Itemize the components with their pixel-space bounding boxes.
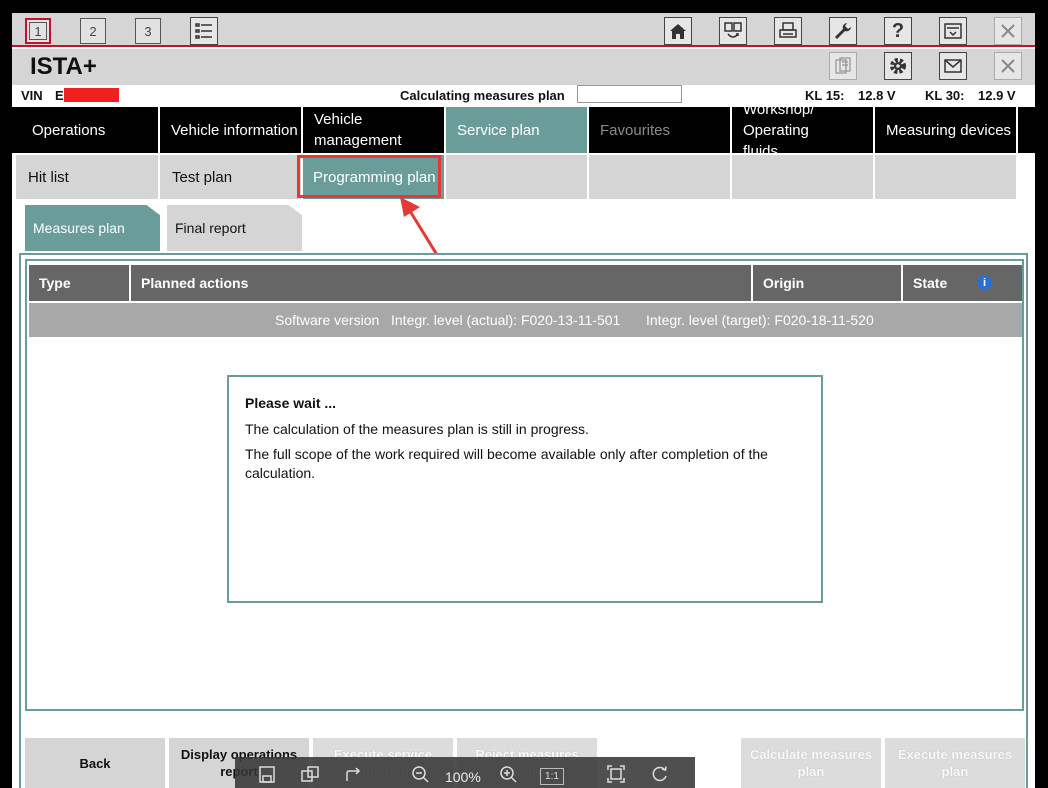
tab-vehicle-management[interactable]: Vehicle management (303, 107, 446, 153)
col-state: State (913, 275, 948, 291)
session-3-button[interactable]: 3 (135, 18, 161, 44)
col-origin: Origin (753, 265, 903, 301)
vin-label: VIN (21, 88, 43, 103)
software-version-label: Software version (275, 312, 380, 328)
gear-icon[interactable] (884, 52, 912, 80)
ista-window: 1 2 3 ? ISTA+ VIN E Calculating measures… (12, 13, 1035, 788)
copy-icon[interactable] (299, 763, 321, 785)
kl30-value: 12.9 V (978, 88, 1016, 103)
top-toolbar: 1 2 3 ? (12, 13, 1035, 47)
subtab-test-plan[interactable]: Test plan (160, 155, 303, 199)
title-bar: ISTA+ (12, 49, 1035, 85)
execute-measures-plan-button[interactable]: Execute measures plan (885, 738, 1025, 788)
zoom-level: 100% (445, 769, 481, 785)
dialog-line-1: The calculation of the measures plan is … (245, 421, 589, 437)
help-icon[interactable]: ? (884, 17, 912, 45)
transfer-icon[interactable] (719, 17, 747, 45)
calculate-measures-plan-button[interactable]: Calculate measures plan (741, 738, 881, 788)
tab-measuring-devices[interactable]: Measuring devices (875, 107, 1018, 153)
integration-level-actual: Integr. level (actual): F020-13-11-501 (391, 312, 621, 328)
dialog-title: Please wait ... (245, 395, 337, 411)
tab-measures-plan[interactable]: Measures plan (25, 205, 160, 251)
col-planned-actions: Planned actions (131, 265, 753, 301)
info-icon[interactable]: i (977, 275, 992, 290)
table-header: Type Planned actions Origin State i (29, 265, 1022, 301)
subtab-empty-2 (589, 155, 732, 199)
subtab-empty-3 (732, 155, 875, 199)
back-button[interactable]: Back (25, 738, 165, 788)
save-icon[interactable] (256, 763, 278, 785)
kl15-value: 12.8 V (858, 88, 896, 103)
software-version-row: Software version Integr. level (actual):… (29, 303, 1022, 337)
vehicle-info-bar: VIN E Calculating measures plan KL 15: 1… (12, 85, 1035, 107)
share-icon[interactable] (343, 763, 365, 785)
close-icon[interactable] (994, 17, 1022, 45)
subtab-empty-1 (446, 155, 589, 199)
subtab-empty-4 (875, 155, 1018, 199)
dialog-line-2: The full scope of the work required will… (245, 446, 768, 481)
print-icon[interactable] (774, 17, 802, 45)
vin-value: E (55, 88, 64, 103)
actual-size-button[interactable]: 1:1 (540, 768, 564, 785)
zoom-in-icon[interactable] (497, 763, 519, 785)
home-icon[interactable] (664, 17, 692, 45)
subtab-programming-plan[interactable]: Programming plan (303, 155, 446, 199)
calc-progress-bar (577, 85, 682, 103)
clipboard-icon[interactable] (829, 52, 857, 80)
please-wait-dialog: Please wait ... The calculation of the m… (227, 375, 823, 603)
measures-plan-panel: Type Planned actions Origin State i Soft… (19, 253, 1028, 788)
tab-operations[interactable]: Operations (12, 107, 160, 153)
image-viewer-toolbar: 100% 1:1 (235, 757, 695, 788)
measures-table: Type Planned actions Origin State i Soft… (25, 259, 1024, 711)
kl30-label: KL 30: (925, 88, 965, 103)
vin-redaction (64, 88, 119, 102)
subtab-hit-list[interactable]: Hit list (16, 155, 160, 199)
tab-vehicle-information[interactable]: Vehicle information (160, 107, 303, 153)
tab-workshop-fluids[interactable]: Workshop/ Operating fluids (732, 101, 875, 160)
app-title: ISTA+ (30, 53, 97, 80)
zoom-out-icon[interactable] (409, 763, 431, 785)
mail-icon[interactable] (939, 52, 967, 80)
calc-status-label: Calculating measures plan (400, 88, 565, 103)
session-1-button[interactable]: 1 (25, 18, 51, 44)
sub-tabs: Hit list Test plan Programming plan (12, 153, 1035, 201)
wrench-icon[interactable] (829, 17, 857, 45)
tab-favourites[interactable]: Favourites (589, 107, 732, 153)
tab-service-plan[interactable]: Service plan (446, 107, 589, 153)
integration-level-target: Integr. level (target): F020-18-11-520 (646, 312, 874, 328)
session-2-button[interactable]: 2 (80, 18, 106, 44)
col-type: Type (29, 265, 131, 301)
download-icon[interactable] (939, 17, 967, 45)
rotate-icon[interactable] (649, 763, 671, 785)
fit-screen-icon[interactable] (605, 763, 627, 785)
tab-final-report[interactable]: Final report (167, 205, 302, 251)
close-session-icon[interactable] (994, 52, 1022, 80)
list-icon[interactable] (190, 17, 218, 45)
main-tabs: Operations Vehicle information Vehicle m… (12, 101, 1035, 160)
